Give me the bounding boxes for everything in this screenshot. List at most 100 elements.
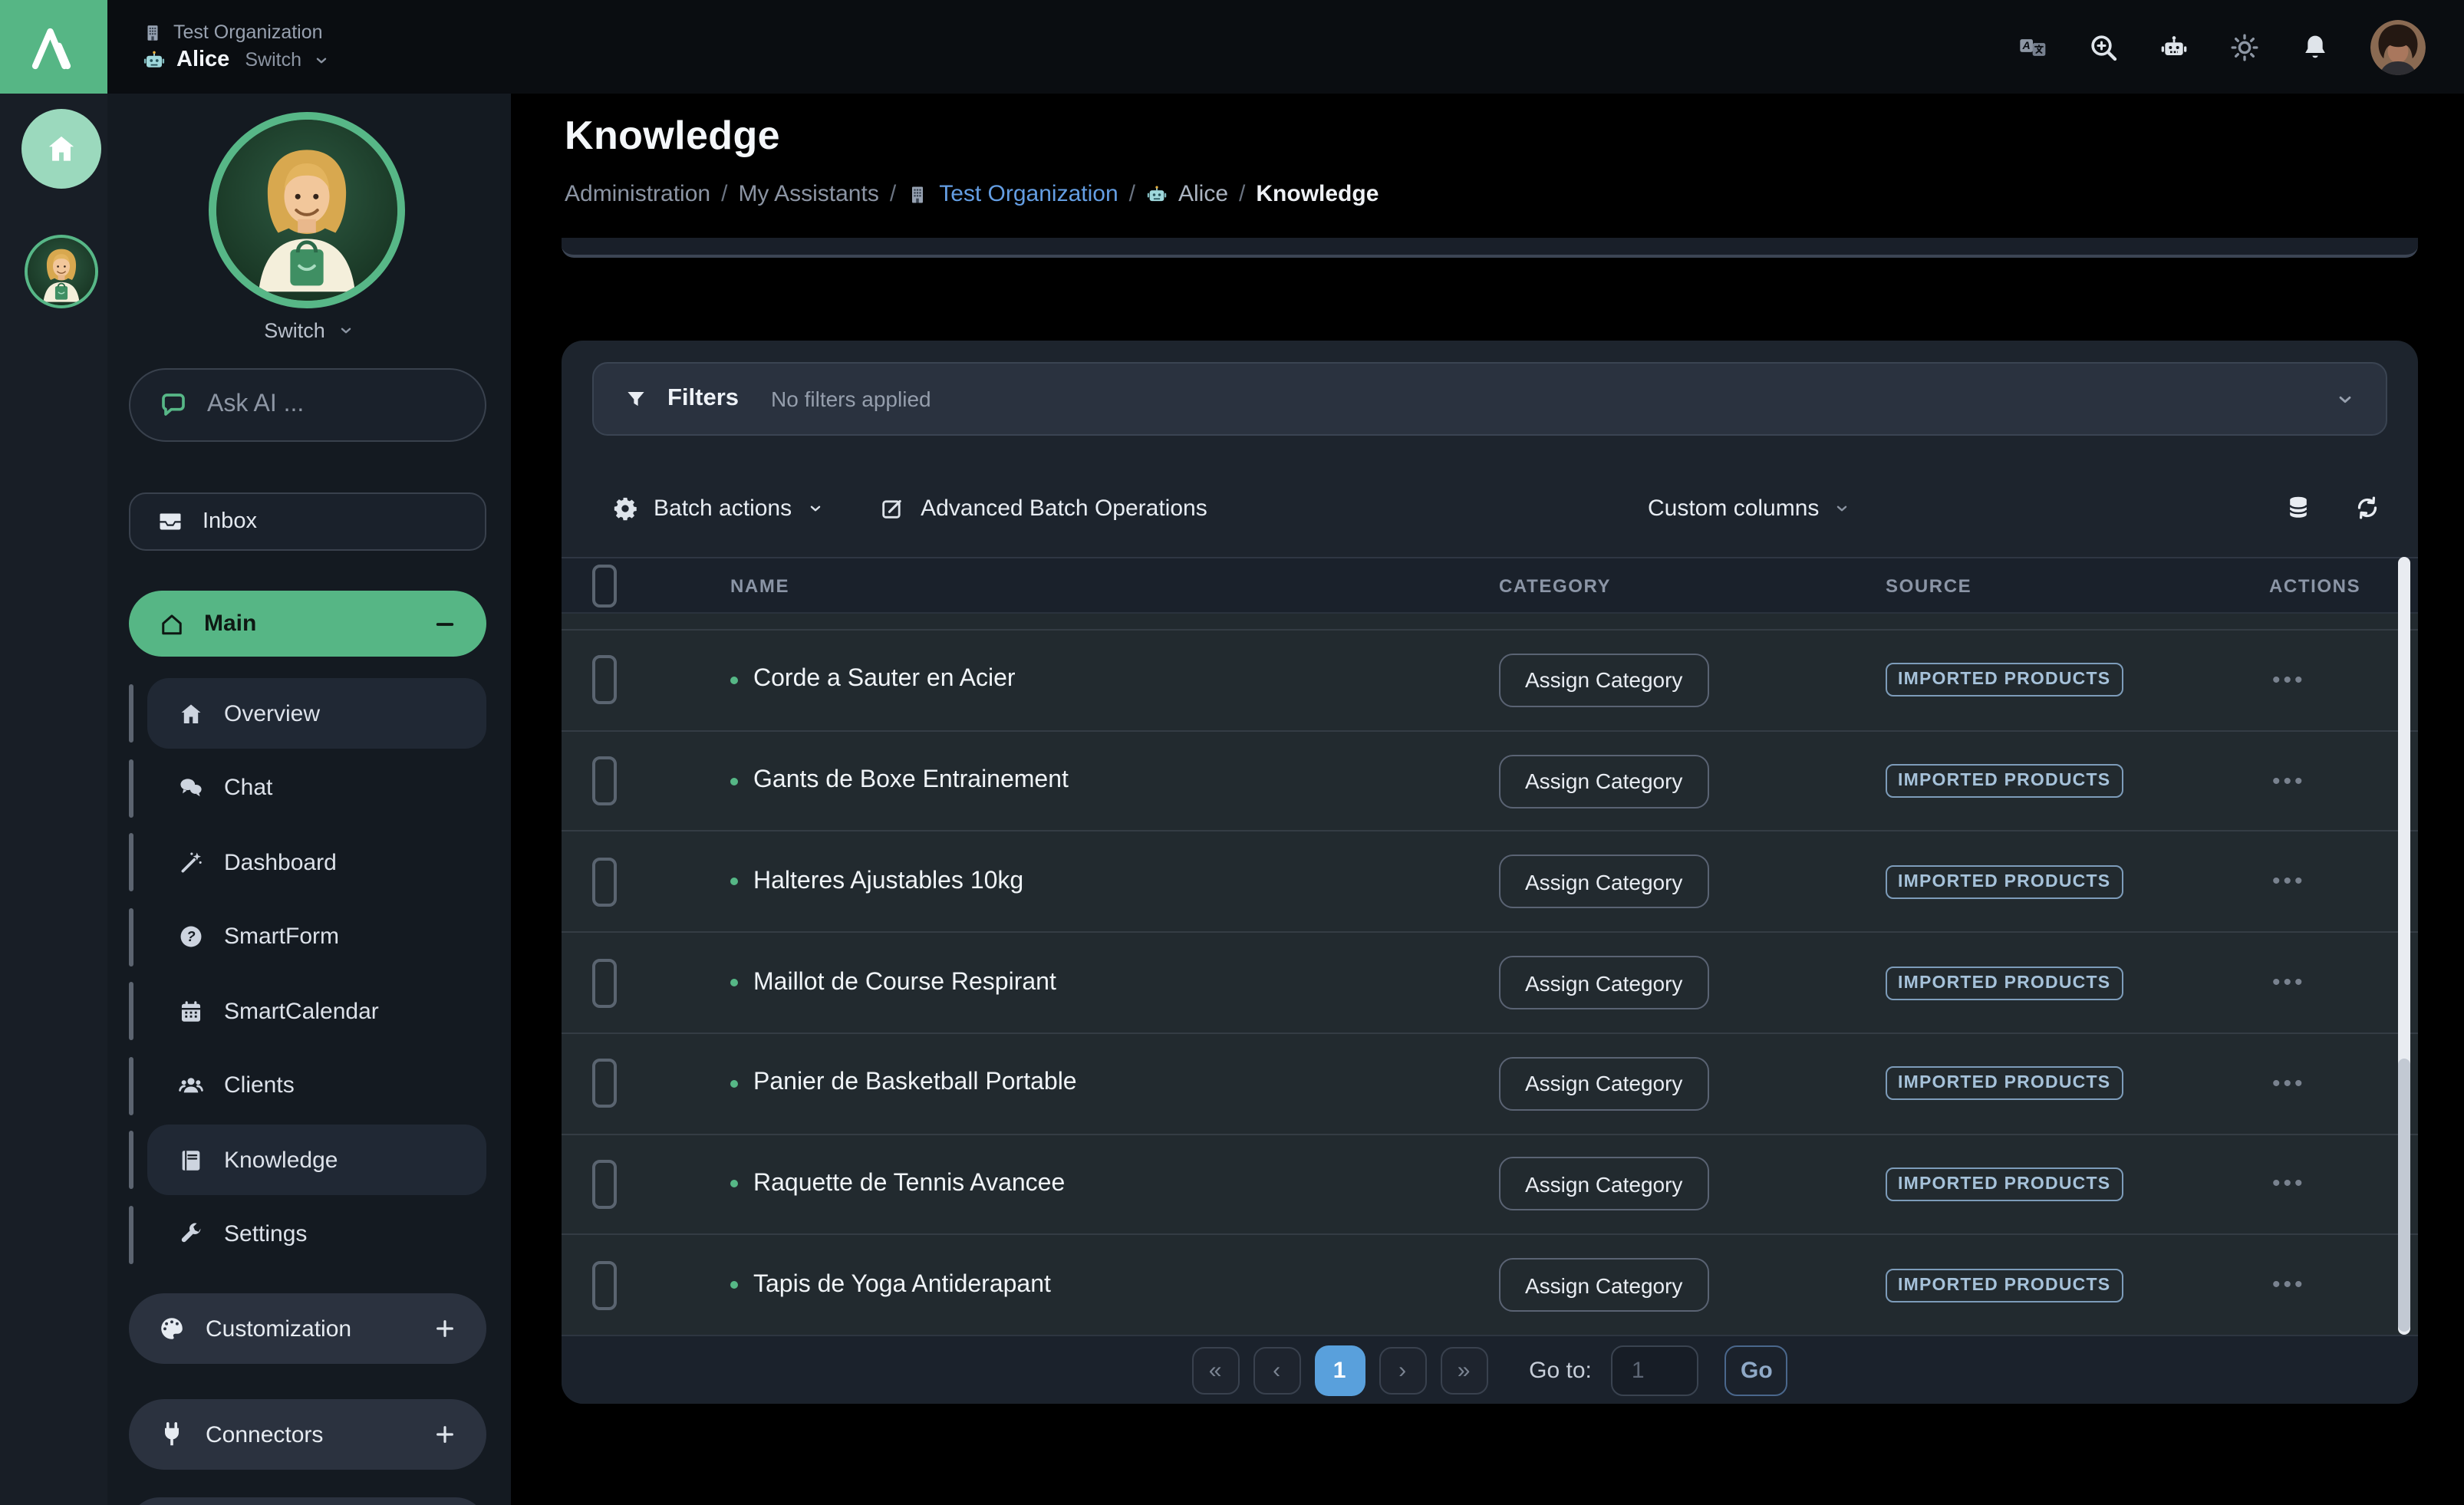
home-button[interactable] [21,109,101,189]
calendar-icon [178,998,204,1024]
row-checkbox[interactable] [592,1160,617,1209]
gear-icon [612,495,638,521]
row-name[interactable]: Raquette de Tennis Avancee [753,1171,1065,1198]
scrollbar[interactable] [2398,557,2410,1335]
sidebar-item-clients[interactable]: Clients [147,1050,486,1121]
row-checkbox[interactable] [592,656,617,705]
sidebar-group-partial[interactable] [129,1497,486,1505]
scrollbar-thumb[interactable] [2398,1059,2410,1332]
column-header-source[interactable]: SOURCE [1886,575,2242,596]
sidebar-item-settings[interactable]: Settings [147,1199,486,1270]
column-header-actions[interactable]: ACTIONS [2242,575,2418,596]
refresh-button[interactable] [2354,494,2381,522]
batch-actions-button[interactable]: Batch actions [612,495,824,521]
notifications-button[interactable] [2300,31,2331,62]
row-checkbox[interactable] [592,958,617,1007]
chevron-down-icon [338,322,354,339]
sidebar-item-label: Dashboard [224,849,337,875]
row-name[interactable]: Corde a Sauter en Acier [753,667,1016,694]
assign-category-button[interactable]: Assign Category [1499,855,1708,909]
advanced-batch-button[interactable]: Advanced Batch Operations [879,495,1207,521]
chat-icon [178,775,204,801]
row-name[interactable]: Maillot de Course Respirant [753,969,1056,996]
expand-icon[interactable] [433,1422,457,1447]
row-checkbox[interactable] [592,756,617,805]
sidebar-group-connectors[interactable]: Connectors [129,1399,486,1470]
source-badge: IMPORTED PRODUCTS [1886,664,2123,697]
filters-bar[interactable]: Filters No filters applied [592,362,2387,436]
sidebar: Switch Ask AI ... Inbox Main OverviewCha… [107,94,511,1505]
sidebar-group-customization[interactable]: Customization [129,1293,486,1364]
row-actions-button[interactable]: ••• [2242,666,2418,695]
expand-icon[interactable] [433,1316,457,1341]
density-button[interactable] [2284,494,2312,522]
collapse-icon[interactable] [433,611,457,636]
assign-category-button[interactable]: Assign Category [1499,1158,1708,1211]
pagination-first-button[interactable]: « [1191,1346,1239,1394]
assistant-avatar-small[interactable] [25,235,98,308]
zoom-plus-icon [2088,31,2119,62]
user-avatar[interactable] [2370,19,2426,74]
assistant-name: Alice [176,48,229,72]
go-button[interactable]: Go [1725,1345,1788,1395]
column-header-name[interactable]: NAME [666,575,1499,596]
breadcrumb-item-test-organization[interactable]: Test Organization [907,181,1118,207]
robot-icon [143,48,166,71]
app-logo[interactable] [0,0,107,94]
row-name[interactable]: Halteres Ajustables 10kg [753,868,1023,896]
translate-button[interactable]: A [2018,31,2048,62]
sidebar-group-main[interactable]: Main [129,591,486,657]
breadcrumb-item-alice[interactable]: Alice [1146,181,1228,207]
sidebar-item-overview[interactable]: Overview [147,678,486,749]
row-actions-button[interactable]: ••• [2242,968,2418,997]
row-actions-button[interactable]: ••• [2242,1170,2418,1199]
row-actions-button[interactable]: ••• [2242,868,2418,897]
zoom-button[interactable] [2088,31,2119,62]
pagination-next-button[interactable]: › [1379,1346,1426,1394]
pagination-prev-button[interactable]: ‹ [1253,1346,1300,1394]
goto-page-input[interactable] [1612,1345,1699,1395]
pagination-page-1[interactable]: 1 [1314,1345,1365,1395]
row-checkbox[interactable] [592,858,617,907]
sidebar-item-knowledge[interactable]: Knowledge [147,1125,486,1195]
pagination-last-button[interactable]: » [1440,1346,1487,1394]
custom-columns-button[interactable]: Custom columns [1639,469,1859,546]
ask-ai-input[interactable]: Ask AI ... [129,368,486,442]
breadcrumb-item-my-assistants[interactable]: My Assistants [738,181,878,207]
chevron-down-icon[interactable] [2335,389,2355,409]
assign-category-button[interactable]: Assign Category [1499,1056,1708,1110]
row-checkbox[interactable] [592,1059,617,1108]
row-actions-button[interactable]: ••• [2242,766,2418,795]
column-header-category[interactable]: CATEGORY [1499,575,1886,596]
scrolled-card-edge [562,238,2418,258]
row-actions-button[interactable]: ••• [2242,1069,2418,1098]
wrench-icon [178,1221,204,1247]
assign-category-button[interactable]: Assign Category [1499,654,1708,707]
theme-toggle-button[interactable] [2229,31,2260,62]
chat-bubble-icon [158,390,189,420]
assistant-avatar-large[interactable] [209,112,405,308]
row-name[interactable]: Gants de Boxe Entrainement [753,767,1069,795]
sidebar-item-dashboard[interactable]: Dashboard [147,827,486,897]
breadcrumb-separator: / [890,181,896,207]
breadcrumb-label: Knowledge [1256,181,1379,207]
edit-icon [879,495,905,521]
row-name[interactable]: Tapis de Yoga Antiderapant [753,1271,1051,1299]
row-actions-button[interactable]: ••• [2242,1270,2418,1299]
sidebar-item-inbox[interactable]: Inbox [129,492,486,551]
breadcrumb-item-administration[interactable]: Administration [565,181,710,207]
assistant-button[interactable] [2159,31,2189,62]
sidebar-item-smartcalendar[interactable]: SmartCalendar [147,976,486,1046]
row-checkbox[interactable] [592,1260,617,1309]
assistant-row[interactable]: Alice Switch [143,48,329,72]
select-all-checkbox[interactable] [592,564,617,607]
sidebar-item-smartform[interactable]: ?SmartForm [147,901,486,972]
row-name[interactable]: Panier de Basketball Portable [753,1069,1077,1097]
assign-category-button[interactable]: Assign Category [1499,1258,1708,1312]
main-label: Main [204,611,256,637]
assign-category-button[interactable]: Assign Category [1499,754,1708,808]
assistant-switch-button[interactable]: Switch [107,318,511,344]
assign-category-button[interactable]: Assign Category [1499,956,1708,1009]
sidebar-item-chat[interactable]: Chat [147,752,486,823]
switch-label[interactable]: Switch [245,49,301,71]
